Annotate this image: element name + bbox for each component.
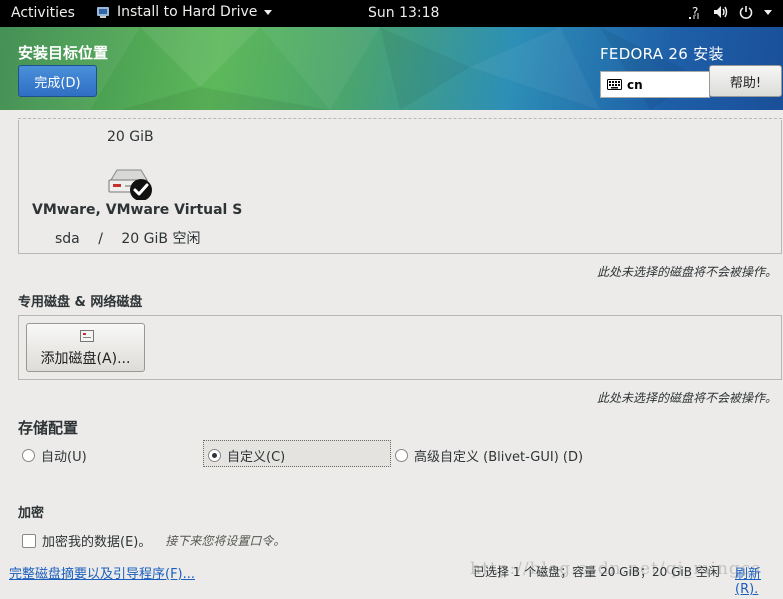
installer-app-icon <box>97 7 109 18</box>
keyboard-icon <box>607 79 622 90</box>
encrypt-data-checkbox[interactable]: 加密我的数据(E)。 接下来您将设置口令。 <box>22 531 285 550</box>
keyboard-layout-indicator[interactable]: cn <box>600 71 710 98</box>
encrypt-hint: 接下来您将设置口令。 <box>165 534 286 548</box>
full-disk-summary-link[interactable]: 完整磁盘摘要以及引导程序(F)... <box>9 563 195 582</box>
help-button[interactable]: 帮助! <box>709 65 782 97</box>
radio-custom-label: 自定义(C) <box>227 450 286 465</box>
disk-details: sda / 20 GiB 空闲 <box>55 228 200 248</box>
refresh-link[interactable]: 刷新(R). <box>735 563 783 597</box>
header-banner: 安装目标位置 完成(D) FEDORA 26 安装 cn 帮助! <box>0 27 783 110</box>
keyboard-layout-label: cn <box>627 77 643 92</box>
disk-name: VMware, VMware Virtual S <box>32 202 243 218</box>
radio-advanced-label: 高级自定义 (Blivet-GUI) (D) <box>414 450 584 465</box>
done-button[interactable]: 完成(D) <box>18 65 97 97</box>
hard-disk-selected-icon <box>108 169 152 200</box>
main-content: 20 GiB VMware, VMware Virtual S sda / 20… <box>0 110 783 599</box>
volume-icon <box>714 6 728 18</box>
disk-free: 20 GiB 空闲 <box>121 231 201 247</box>
local-disks-note: 此处未选择的磁盘将不会被操作。 <box>596 265 777 279</box>
local-disks-panel: 20 GiB VMware, VMware Virtual S sda / 20… <box>18 120 782 254</box>
encryption-heading: 加密 <box>18 506 45 521</box>
special-disks-panel: 添加磁盘(A)... <box>18 315 782 380</box>
checkbox-indicator <box>22 533 36 548</box>
special-disks-heading: 专用磁盘 & 网络磁盘 <box>18 295 143 310</box>
divider <box>18 118 782 119</box>
network-unknown-icon: ? <box>689 5 699 19</box>
disk-separator: / <box>98 231 103 247</box>
special-disks-note: 此处未选择的磁盘将不会被操作。 <box>596 391 777 405</box>
disk-add-icon <box>80 330 94 342</box>
radio-advanced-custom[interactable]: 高级自定义 (Blivet-GUI) (D) <box>395 446 583 465</box>
top-bar: Activities Install to Hard Drive Sun 13:… <box>0 0 783 27</box>
chevron-down-icon <box>264 10 273 15</box>
disk-summary-text: 已选择 1 个磁盘；容量 20 GiB；20 GiB 空闲 <box>473 565 720 579</box>
add-disk-label: 添加磁盘(A)... <box>40 351 131 367</box>
product-title: FEDORA 26 安装 <box>600 45 724 63</box>
power-icon <box>739 6 753 19</box>
app-name: Install to Hard Drive <box>117 4 258 20</box>
radio-indicator <box>22 449 35 462</box>
radio-indicator <box>395 449 408 462</box>
activities-button[interactable]: Activities <box>11 5 75 21</box>
radio-automatic-label: 自动(U) <box>41 450 87 465</box>
radio-indicator-selected <box>208 449 221 462</box>
radio-custom[interactable]: 自定义(C) <box>208 446 285 465</box>
storage-config-heading: 存储配置 <box>18 419 79 437</box>
chevron-down-icon <box>764 10 772 15</box>
disk-size: 20 GiB <box>107 129 154 145</box>
radio-automatic[interactable]: 自动(U) <box>22 446 87 465</box>
disk-device: sda <box>55 231 80 247</box>
system-tray[interactable]: ? <box>689 4 773 20</box>
app-menu[interactable]: Install to Hard Drive <box>95 4 273 20</box>
page-title: 安装目标位置 <box>18 44 109 62</box>
encrypt-data-label: 加密我的数据(E)。 <box>42 535 152 550</box>
add-disk-button[interactable]: 添加磁盘(A)... <box>26 323 145 372</box>
clock[interactable]: Sun 13:18 <box>368 5 439 21</box>
